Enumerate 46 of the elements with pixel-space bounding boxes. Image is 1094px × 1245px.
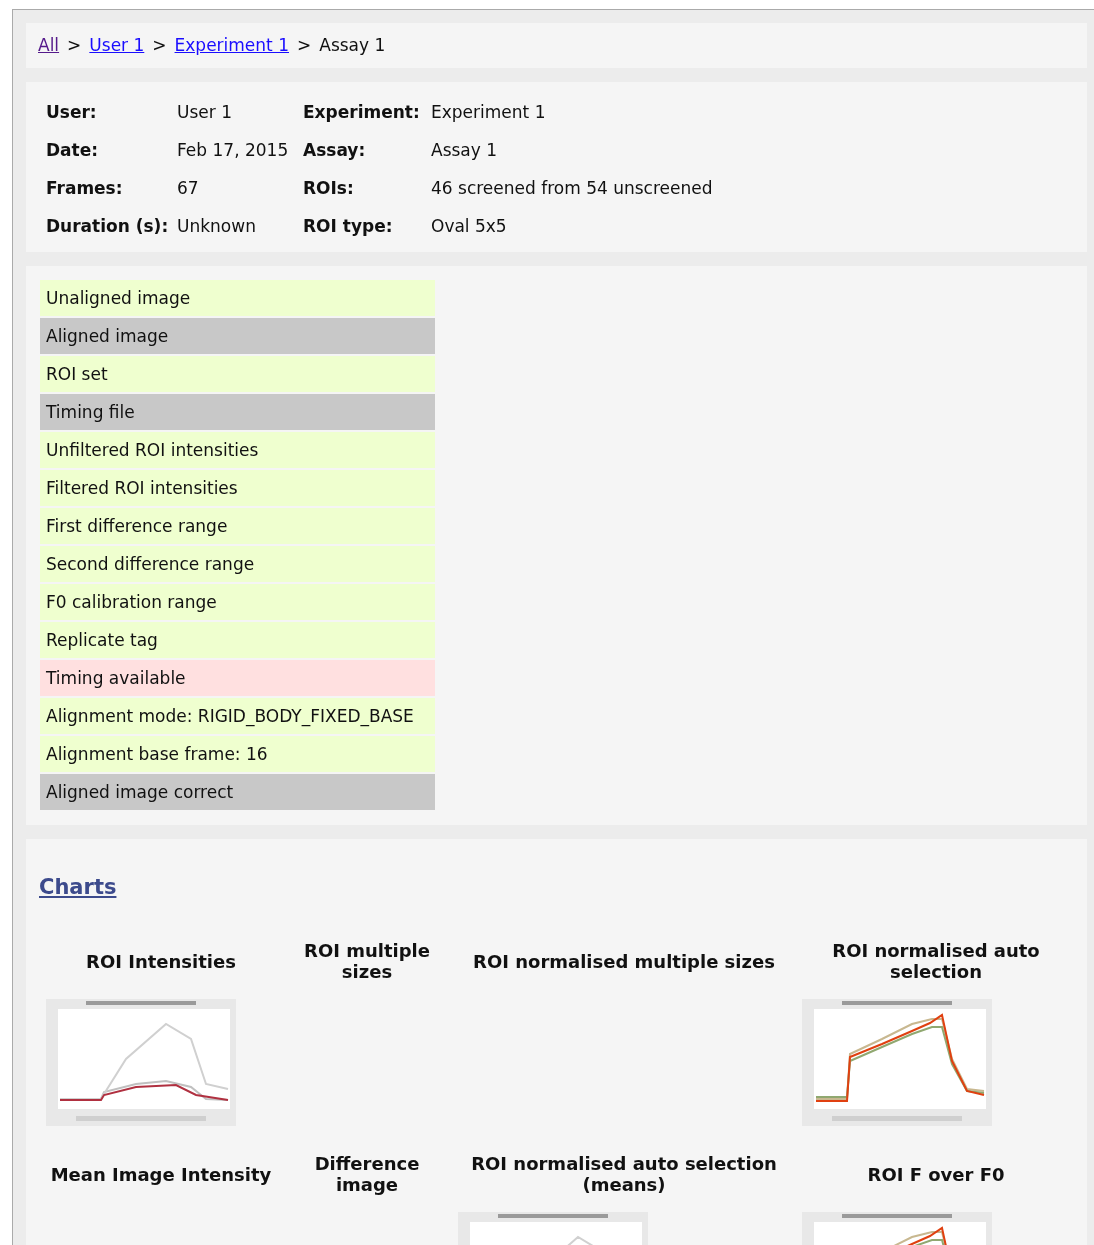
status-row: Alignment base frame: 16 xyxy=(40,736,435,772)
field-value: Oval 5x5 xyxy=(431,215,508,238)
field-label: Assay: xyxy=(303,139,367,162)
field-label: Experiment: xyxy=(303,101,421,124)
field-value: Experiment 1 xyxy=(431,101,547,124)
status-row: F0 calibration range xyxy=(40,584,435,620)
field-value: Unknown xyxy=(177,215,257,238)
status-row: Aligned image xyxy=(40,318,435,354)
charts-heading[interactable]: Charts xyxy=(39,875,117,899)
chart-title: Difference image xyxy=(313,1152,421,1197)
chart-title: ROI normalised auto selection (means) xyxy=(470,1152,778,1197)
status-row: Second difference range xyxy=(40,546,435,582)
field-label: ROI type: xyxy=(303,215,394,238)
breadcrumb-separator: > xyxy=(297,35,312,55)
breadcrumb-current: Assay 1 xyxy=(319,35,386,55)
breadcrumb-link[interactable]: All xyxy=(38,35,60,55)
chart-title: ROI normalised auto selection xyxy=(831,939,1041,984)
status-row: Timing file xyxy=(40,394,435,430)
field-label: User: xyxy=(46,101,98,124)
status-row: Unfiltered ROI intensities xyxy=(40,432,435,468)
status-row: Aligned image correct xyxy=(40,774,435,810)
field-label: Date: xyxy=(46,139,100,162)
chart-title: ROI F over F0 xyxy=(866,1162,1006,1187)
chart-title: ROI multiple sizes xyxy=(303,939,431,984)
field-label: Frames: xyxy=(46,177,124,200)
status-row: Timing available xyxy=(40,660,435,696)
field-label: Duration (s): xyxy=(46,215,170,238)
field-value: 46 screened from 54 unscreened xyxy=(431,177,714,200)
status-row: Replicate tag xyxy=(40,622,435,658)
status-row: Unaligned image xyxy=(40,280,435,316)
breadcrumb-separator: > xyxy=(152,35,167,55)
breadcrumb-link[interactable]: User 1 xyxy=(89,35,145,55)
field-value: User 1 xyxy=(177,101,233,124)
field-value: Feb 17, 2015 xyxy=(177,139,290,162)
status-row: First difference range xyxy=(40,508,435,544)
field-value: 67 xyxy=(177,177,200,200)
breadcrumb-separator: > xyxy=(67,35,82,55)
chart-title: ROI normalised multiple sizes xyxy=(472,949,776,974)
chart-title: ROI Intensities xyxy=(85,949,237,974)
chart-title: Mean Image Intensity xyxy=(49,1162,273,1187)
field-label: ROIs: xyxy=(303,177,355,200)
status-row: Alignment mode: RIGID_BODY_FIXED_BASE xyxy=(40,698,435,734)
status-row: Filtered ROI intensities xyxy=(40,470,435,506)
breadcrumb-link[interactable]: Experiment 1 xyxy=(174,35,289,55)
status-row: ROI set xyxy=(40,356,435,392)
field-value: Assay 1 xyxy=(431,139,499,162)
